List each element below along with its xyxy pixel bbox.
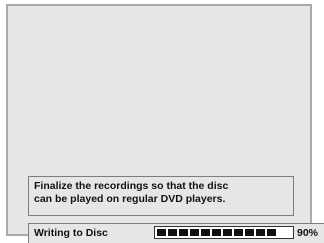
progress-bar [154,226,294,239]
status-label: Writing to Disc [34,227,108,239]
finalize-message-box: Finalize the recordings so that the disc… [28,176,294,216]
message-line-1: Finalize the recordings so that the disc [34,180,229,192]
tv-screen: Finalize the recordings so that the disc… [6,4,324,243]
progress-percent: 90% [297,227,319,239]
writing-status-bar: Writing to Disc 90% [28,223,324,243]
progress-bar-fill [157,229,278,236]
message-line-2: can be played on regular DVD players. [34,193,226,205]
